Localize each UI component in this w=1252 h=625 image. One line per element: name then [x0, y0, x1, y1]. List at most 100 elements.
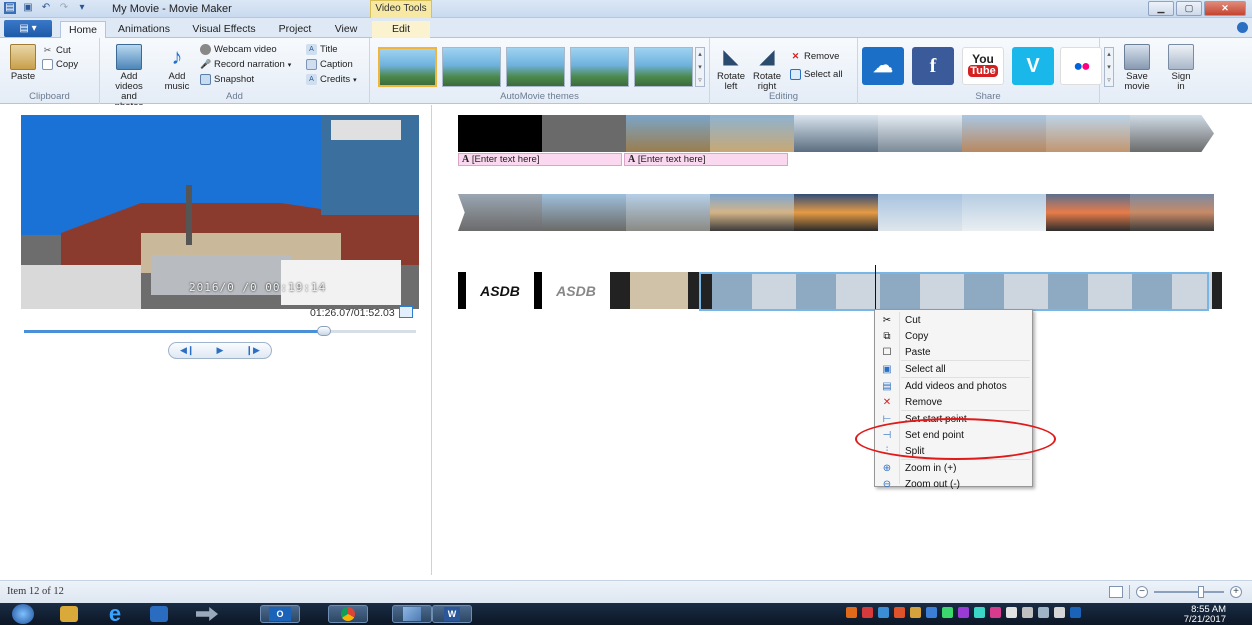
caption-button[interactable]: Caption — [306, 59, 353, 70]
webcam-video-button[interactable]: Webcam video — [200, 44, 277, 55]
vimeo-icon[interactable]: V — [1012, 47, 1054, 85]
theme-cinematic[interactable] — [506, 47, 565, 87]
seek-bar[interactable] — [24, 326, 416, 336]
clip-thumbnail[interactable] — [878, 115, 962, 152]
remove-button[interactable]: ✕ Remove — [790, 51, 840, 62]
paste-button[interactable]: Paste — [10, 44, 36, 82]
tray-icon[interactable] — [958, 607, 969, 618]
connect-icon[interactable] — [196, 607, 218, 621]
fullscreen-icon[interactable] — [399, 306, 413, 318]
outlook-tray-icon[interactable] — [1070, 607, 1081, 618]
save-movie-button[interactable]: Save movie — [1120, 44, 1154, 92]
tab-animations[interactable]: Animations — [112, 21, 176, 38]
snapshot-button[interactable]: Snapshot — [200, 74, 254, 85]
start-button[interactable] — [12, 604, 34, 624]
facebook-icon[interactable]: f — [912, 47, 954, 85]
thumbnail-size-icon[interactable] — [1109, 586, 1123, 598]
tab-edit[interactable]: Edit — [372, 21, 430, 38]
seek-bar-thumb[interactable] — [317, 326, 332, 336]
menu-item-zoom-out[interactable]: ⊖ Zoom out (-) — [875, 476, 1032, 492]
clip-thumbnail[interactable] — [626, 115, 710, 152]
chrome-taskbar-button[interactable] — [328, 605, 368, 623]
clip-thumbnail[interactable]: ASDB — [542, 272, 618, 309]
clip-thumbnail[interactable] — [542, 115, 626, 152]
menu-item-add-videos[interactable]: ▤ Add videos and photos — [875, 378, 1032, 394]
clip-thumbnail[interactable] — [1130, 194, 1214, 231]
tray-icon[interactable] — [878, 607, 889, 618]
menu-item-select-all[interactable]: ▣ Select all — [875, 361, 1032, 377]
previous-frame-icon[interactable]: ◀❙ — [180, 345, 194, 356]
zoom-slider-thumb[interactable] — [1198, 586, 1204, 598]
tray-icon[interactable] — [1006, 607, 1017, 618]
clip-thumbnail[interactable] — [618, 272, 702, 309]
tray-icon[interactable] — [862, 607, 873, 618]
clip-thumbnail[interactable] — [794, 115, 878, 152]
clip-thumbnail[interactable] — [1046, 115, 1130, 152]
menu-item-paste[interactable]: ☐ Paste — [875, 344, 1032, 360]
clip-thumbnail[interactable] — [710, 194, 794, 231]
network-signal-icon[interactable] — [1038, 607, 1049, 618]
themes-gallery-scroll[interactable]: ▴ ▾ ▿ — [695, 47, 705, 87]
tray-icon[interactable] — [910, 607, 921, 618]
share-gallery-scroll[interactable]: ▴ ▾ ▿ — [1104, 47, 1114, 87]
undo-icon[interactable]: ↶ — [40, 2, 52, 14]
volume-icon[interactable] — [1054, 607, 1065, 618]
tray-icon[interactable] — [846, 607, 857, 618]
clip-thumbnail[interactable] — [626, 194, 710, 231]
playhead[interactable] — [875, 265, 876, 315]
help-icon[interactable] — [1237, 22, 1248, 33]
next-frame-icon[interactable]: ❙▶ — [246, 345, 260, 356]
menu-item-cut[interactable]: ✂ Cut — [875, 312, 1032, 328]
youtube-icon[interactable]: You Tube — [962, 47, 1004, 85]
tab-home[interactable]: Home — [60, 21, 106, 38]
clip-thumbnail[interactable]: ASDB — [458, 272, 542, 309]
clip-thumbnail[interactable] — [1130, 115, 1214, 152]
zoom-in-button[interactable]: + — [1230, 586, 1242, 598]
cut-button[interactable]: ✂ Cut — [42, 45, 71, 56]
customize-qat-icon[interactable]: ▾ — [76, 2, 88, 14]
app-menu-icon[interactable]: ▤ — [4, 2, 16, 14]
clip-thumbnail[interactable] — [710, 115, 794, 152]
minimize-button[interactable]: ▁ — [1148, 1, 1174, 16]
clip-thumbnail[interactable] — [1046, 194, 1130, 231]
outlook-taskbar-button[interactable]: O — [260, 605, 300, 623]
tab-project[interactable]: Project — [272, 21, 318, 38]
close-button[interactable]: ✕ — [1204, 1, 1246, 16]
media-player-icon[interactable] — [150, 606, 168, 622]
onedrive-icon[interactable]: ☁ — [862, 47, 904, 85]
tab-visual-effects[interactable]: Visual Effects — [184, 21, 264, 38]
word-taskbar-button[interactable]: W — [432, 605, 472, 623]
movie-maker-taskbar-button[interactable] — [392, 605, 432, 623]
theme-fade[interactable] — [570, 47, 629, 87]
theme-default[interactable] — [378, 47, 437, 87]
video-preview[interactable]: 2016/0 /0 00:19:14 — [21, 115, 419, 309]
title-button[interactable]: A Title — [306, 44, 338, 55]
taskbar-clock[interactable]: 8:55 AM 7/21/2017 — [1184, 605, 1226, 625]
clip-thumbnail[interactable] — [542, 194, 626, 231]
redo-icon[interactable]: ↷ — [58, 2, 70, 14]
tab-view[interactable]: View — [326, 21, 366, 38]
file-explorer-icon[interactable] — [60, 606, 78, 622]
clip-thumbnail[interactable] — [878, 194, 962, 231]
theme-contemporary[interactable] — [442, 47, 501, 87]
tray-icon[interactable] — [990, 607, 1001, 618]
zoom-out-button[interactable]: − — [1136, 586, 1148, 598]
caption-box-2[interactable]: A [Enter text here] — [624, 153, 788, 166]
theme-pan-zoom[interactable] — [634, 47, 693, 87]
clip-thumbnail[interactable] — [458, 115, 542, 152]
menu-item-copy[interactable]: ⧉ Copy — [875, 328, 1032, 344]
play-icon[interactable]: ▶ — [217, 345, 224, 356]
file-menu-button[interactable]: ▤ ▾ — [4, 20, 52, 37]
tray-icon[interactable] — [942, 607, 953, 618]
caption-box-1[interactable]: A [Enter text here] — [458, 153, 622, 166]
tray-icon[interactable] — [1022, 607, 1033, 618]
rotate-right-button[interactable]: ◢ Rotate right — [752, 44, 782, 92]
credits-button[interactable]: A Credits ▾ — [306, 74, 357, 85]
select-all-button[interactable]: Select all — [790, 69, 843, 80]
menu-item-remove[interactable]: ✕ Remove — [875, 394, 1032, 410]
add-music-button[interactable]: ♪ Add music — [162, 44, 192, 92]
tray-icon[interactable] — [974, 607, 985, 618]
copy-button[interactable]: Copy — [42, 59, 78, 70]
flickr-icon[interactable]: ●● — [1060, 47, 1102, 85]
maximize-button[interactable]: ▢ — [1176, 1, 1202, 16]
